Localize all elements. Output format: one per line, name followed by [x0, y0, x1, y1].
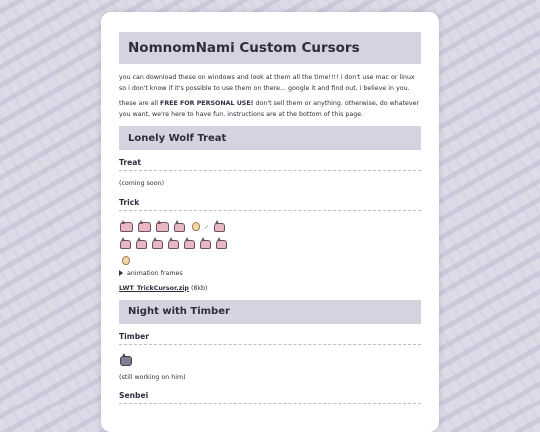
wolf-cursor-icon: [119, 352, 132, 366]
cat-cursor-icon: [135, 236, 147, 249]
section-night-with-timber: Night with Timber: [119, 299, 421, 324]
section-lonely-wolf-treat: Lonely Wolf Treat: [119, 126, 421, 150]
pointer-cursor-icon: ⸝: [204, 220, 209, 231]
cat-cursor-icon: [183, 236, 195, 249]
animation-frames-label: animation frames: [127, 269, 183, 277]
egg-cursor-icon: [122, 255, 130, 265]
cat-cursor-icon: [119, 236, 131, 249]
treat-status: (coming soon): [119, 180, 165, 187]
animation-frames-toggle[interactable]: animation frames: [119, 270, 421, 277]
cat-cursor-icon: [167, 236, 179, 249]
download-size: (8kb): [190, 284, 208, 292]
download-row: LWT_TrickCursor.zip (8kb): [119, 285, 421, 292]
cat-cursor-icon: [151, 236, 163, 249]
content-card: NomnomNami Custom Cursors you can downlo…: [101, 12, 439, 432]
cat-cursor-icon: [213, 219, 225, 232]
intro-text: you can download these on windows and lo…: [119, 74, 415, 92]
download-link-trick[interactable]: LWT_TrickCursor.zip: [119, 285, 189, 292]
cat-cursor-icon: [199, 236, 211, 249]
subsection-senbei: Senbei: [119, 391, 421, 404]
cursor-preview-row-3: [119, 251, 421, 265]
cat-cursor-icon: [215, 236, 227, 249]
license-bold: FREE FOR PERSONAL USE!: [160, 100, 254, 107]
cat-cursor-icon: [173, 219, 185, 232]
page-title: NomnomNami Custom Cursors: [119, 32, 421, 64]
subsection-treat: Treat: [119, 158, 421, 171]
subsection-trick: Trick: [119, 198, 421, 211]
cat-cursor-icon: [137, 219, 151, 232]
license-text: these are all FREE FOR PERSONAL USE! don…: [119, 99, 421, 120]
subsection-timber: Timber: [119, 332, 421, 345]
timber-status: (still working on him): [119, 373, 186, 381]
cat-cursor-icon: [119, 219, 133, 232]
cursor-preview-row-2: [119, 234, 421, 249]
egg-cursor-icon: [192, 221, 200, 231]
license-prefix: these are all: [119, 100, 161, 107]
cat-cursor-icon: [155, 219, 169, 232]
cursor-preview-row-1: ⸝: [119, 217, 421, 232]
triangle-right-icon: [119, 270, 123, 276]
